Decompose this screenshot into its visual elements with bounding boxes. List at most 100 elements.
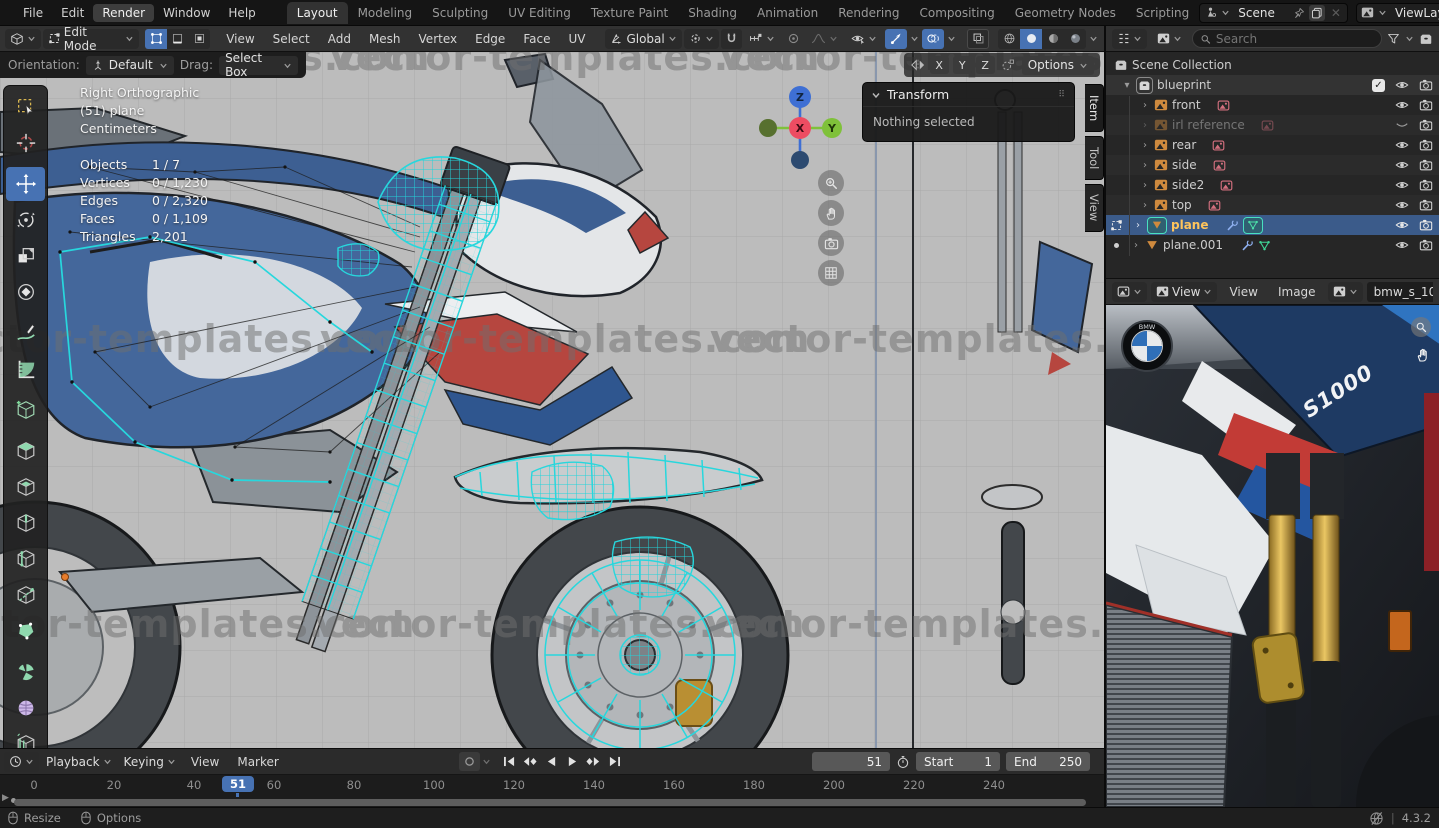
- tab-view[interactable]: View: [1085, 184, 1104, 232]
- orientation-dropdown[interactable]: Default: [85, 55, 174, 75]
- menu-select[interactable]: Select: [265, 32, 318, 46]
- workspace-tab-rendering[interactable]: Rendering: [828, 2, 909, 24]
- eye-icon[interactable]: [1395, 198, 1409, 212]
- menu-help[interactable]: Help: [219, 4, 264, 22]
- image-editor-canvas[interactable]: S1000 BMW: [1106, 305, 1439, 807]
- outliner-row-plane-001[interactable]: › plane.001: [1106, 235, 1439, 255]
- pin-icon[interactable]: [1293, 7, 1305, 19]
- orthographic-grid-button[interactable]: [818, 260, 844, 286]
- jump-to-start-button[interactable]: [499, 752, 520, 771]
- camera-icon[interactable]: [1419, 218, 1433, 232]
- current-frame-field[interactable]: 51: [812, 752, 890, 771]
- menu-edge[interactable]: Edge: [467, 32, 513, 46]
- menu-edit[interactable]: Edit: [52, 4, 93, 22]
- tool-spin-button[interactable]: [6, 655, 45, 689]
- shading-material-button[interactable]: [1042, 28, 1065, 49]
- workspace-tab-compositing[interactable]: Compositing: [909, 2, 1004, 24]
- eye-icon[interactable]: [1395, 78, 1409, 92]
- outliner-editor-type-button[interactable]: [1112, 28, 1147, 49]
- next-keyframe-button[interactable]: [583, 752, 604, 771]
- outliner-row-side[interactable]: › side: [1106, 155, 1439, 175]
- outliner-display-mode-button[interactable]: [1152, 29, 1187, 49]
- tool-edge-slide-button[interactable]: [6, 727, 45, 748]
- keying-menu[interactable]: Keying: [119, 752, 181, 772]
- eye-closed-icon[interactable]: [1395, 118, 1409, 132]
- timeline-ruler[interactable]: 0 20 40 60 80 100 120 140 160 180 200 22…: [0, 775, 1104, 797]
- menu-face[interactable]: Face: [515, 32, 558, 46]
- shading-wireframe-button[interactable]: [998, 28, 1021, 49]
- camera-icon[interactable]: [1419, 98, 1433, 112]
- camera-icon[interactable]: [1419, 198, 1433, 212]
- workspace-tab-layout[interactable]: Layout: [286, 1, 348, 24]
- menu-vertex[interactable]: Vertex: [411, 32, 466, 46]
- workspace-tab-sculpting[interactable]: Sculpting: [422, 2, 498, 24]
- image-mode-selector[interactable]: View: [1151, 281, 1218, 302]
- tab-tool[interactable]: Tool: [1085, 136, 1104, 180]
- workspace-tab-texture-paint[interactable]: Texture Paint: [581, 2, 678, 24]
- 3d-viewport-canvas[interactable]: vector-templates.comvector-templates.com…: [0, 52, 1104, 748]
- tool-annotate-button[interactable]: [6, 316, 45, 350]
- workspace-tab-animation[interactable]: Animation: [747, 2, 828, 24]
- tool-transform-button[interactable]: [6, 275, 45, 309]
- auto-keying-toggle[interactable]: [458, 752, 480, 771]
- pan-hand-button[interactable]: [818, 200, 844, 226]
- panel-drag-handle[interactable]: ⠿: [1058, 90, 1066, 100]
- tool-rotate-button[interactable]: [6, 203, 45, 237]
- snap-target-selector[interactable]: [744, 29, 780, 49]
- menu-mesh[interactable]: Mesh: [361, 32, 409, 46]
- timeline-collapse-arrow[interactable]: ▶: [2, 793, 9, 803]
- mirror-x-toggle[interactable]: X: [929, 56, 949, 74]
- mirror-y-toggle[interactable]: Y: [952, 56, 972, 74]
- camera-icon[interactable]: [1419, 178, 1433, 192]
- jump-to-end-button[interactable]: [604, 752, 625, 771]
- mirror-z-toggle[interactable]: Z: [975, 56, 995, 74]
- tool-loop-cut-button[interactable]: [6, 542, 45, 576]
- tab-item[interactable]: Item: [1085, 84, 1104, 132]
- timeline-editor-type-button[interactable]: [4, 751, 39, 772]
- tool-knife-button[interactable]: [6, 578, 45, 612]
- eye-icon[interactable]: [1395, 238, 1409, 252]
- timeline-marker-menu[interactable]: Marker: [229, 755, 286, 769]
- eye-icon[interactable]: [1395, 138, 1409, 152]
- tool-poly-build-button[interactable]: [6, 614, 45, 648]
- eye-icon[interactable]: [1395, 158, 1409, 172]
- camera-icon[interactable]: [1419, 158, 1433, 172]
- workspace-tab-geometry-nodes[interactable]: Geometry Nodes: [1005, 2, 1126, 24]
- zoom-button[interactable]: [818, 170, 844, 196]
- workspace-tab-shading[interactable]: Shading: [678, 2, 747, 24]
- navigation-axis-gizmo[interactable]: Z Y X: [752, 80, 852, 180]
- start-frame-field[interactable]: Start 1: [916, 752, 1000, 771]
- tool-measure-button[interactable]: [6, 352, 45, 386]
- image-editor-type-button[interactable]: [1112, 281, 1147, 302]
- transform-orientation-selector[interactable]: Global: [605, 28, 682, 49]
- eye-icon[interactable]: [1395, 218, 1409, 232]
- image-zoom-button[interactable]: [1411, 317, 1431, 337]
- transform-panel-title[interactable]: Transform: [887, 87, 949, 102]
- drag-dropdown[interactable]: Select Box: [219, 52, 298, 79]
- tool-scale-button[interactable]: [6, 239, 45, 273]
- menu-file[interactable]: File: [14, 4, 52, 22]
- new-collection-button[interactable]: [1419, 32, 1433, 46]
- camera-icon[interactable]: [1419, 238, 1433, 252]
- proportional-falloff-selector[interactable]: [806, 29, 843, 49]
- unlink-scene-button[interactable]: ✕: [1329, 6, 1343, 20]
- pivot-point-selector[interactable]: [683, 28, 719, 49]
- menu-uv[interactable]: UV: [560, 32, 593, 46]
- image-view-menu[interactable]: View: [1221, 285, 1265, 299]
- menu-add[interactable]: Add: [320, 32, 359, 46]
- image-image-menu[interactable]: Image: [1270, 285, 1324, 299]
- snap-base-icon[interactable]: [1001, 58, 1016, 72]
- gizmos-toggle[interactable]: [885, 28, 908, 49]
- playhead-current-frame[interactable]: 51: [221, 776, 255, 792]
- camera-icon[interactable]: [1419, 118, 1433, 132]
- outliner-row-plane[interactable]: › plane: [1106, 215, 1439, 235]
- image-browse-button[interactable]: [1327, 281, 1363, 302]
- playback-menu[interactable]: Playback: [41, 752, 117, 772]
- outliner-row-irl-reference[interactable]: › irl reference: [1106, 115, 1439, 135]
- tool-inset-faces-button[interactable]: [6, 470, 45, 504]
- chevron-down-icon[interactable]: [1089, 34, 1098, 43]
- proportional-editing-toggle[interactable]: [782, 29, 804, 49]
- tool-add-cube-button[interactable]: [6, 393, 45, 427]
- timeline-hscrollbar[interactable]: [14, 799, 1086, 806]
- menu-window[interactable]: Window: [154, 4, 219, 22]
